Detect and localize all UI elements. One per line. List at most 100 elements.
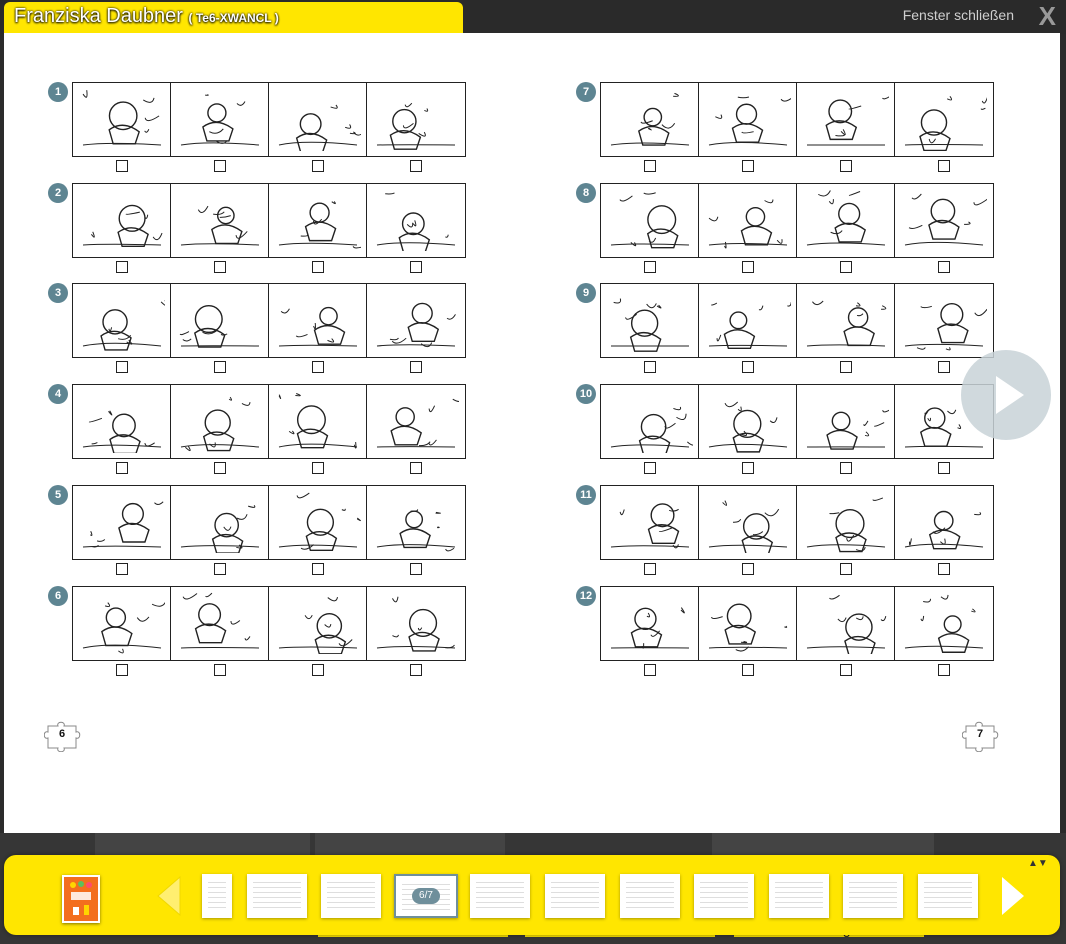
thumbnail-preview bbox=[253, 882, 301, 908]
page-thumbnail[interactable] bbox=[918, 874, 978, 918]
answer-checkbox[interactable] bbox=[116, 260, 128, 273]
answer-checkbox[interactable] bbox=[214, 361, 226, 374]
page-thumbnail[interactable] bbox=[545, 874, 605, 918]
line-drawing-icon bbox=[278, 306, 357, 347]
answer-checkbox[interactable] bbox=[644, 462, 656, 475]
answer-checkbox[interactable] bbox=[214, 663, 226, 676]
answer-checkbox[interactable] bbox=[938, 160, 950, 172]
answer-checkbox[interactable] bbox=[410, 361, 422, 374]
picture-cell bbox=[699, 83, 797, 156]
answer-checkbox[interactable] bbox=[938, 663, 950, 676]
arrow-left-icon[interactable] bbox=[156, 875, 182, 922]
answer-checkbox[interactable] bbox=[312, 562, 324, 575]
line-drawing-icon bbox=[904, 594, 984, 653]
answer-checkbox[interactable] bbox=[116, 663, 128, 676]
answer-checkbox[interactable] bbox=[644, 663, 656, 676]
page-thumbnail[interactable] bbox=[321, 874, 381, 918]
exercise-7: 7 bbox=[576, 82, 994, 182]
answer-checkbox[interactable] bbox=[938, 462, 950, 475]
book-cover-art bbox=[70, 881, 92, 915]
answer-checkbox[interactable] bbox=[742, 260, 754, 273]
answer-checkbox[interactable] bbox=[840, 562, 852, 575]
answer-checkbox[interactable] bbox=[410, 562, 422, 575]
arrow-right-icon[interactable] bbox=[1000, 875, 1026, 922]
answer-checkbox[interactable] bbox=[214, 462, 226, 475]
answer-checkbox[interactable] bbox=[116, 160, 128, 172]
page-thumbnail[interactable] bbox=[769, 874, 829, 918]
picture-row bbox=[600, 484, 994, 560]
picture-row bbox=[72, 484, 466, 560]
line-drawing-icon bbox=[376, 398, 459, 448]
answer-checkbox[interactable] bbox=[644, 361, 656, 374]
answer-checkbox[interactable] bbox=[214, 562, 226, 575]
answer-checkbox[interactable] bbox=[312, 160, 324, 172]
exercise-number-badge: 8 bbox=[576, 182, 596, 203]
answer-checkbox[interactable] bbox=[214, 260, 226, 273]
exercise-1: 1 bbox=[48, 82, 466, 182]
answer-checkbox[interactable] bbox=[938, 361, 950, 374]
picture-cell bbox=[601, 83, 699, 156]
page-thumbnail[interactable] bbox=[470, 874, 530, 918]
answer-checkbox[interactable] bbox=[840, 462, 852, 475]
page-thumbnail[interactable] bbox=[247, 874, 307, 918]
picture-cell bbox=[797, 586, 895, 660]
answer-checkbox[interactable] bbox=[742, 663, 754, 676]
book-cover-icon[interactable] bbox=[62, 875, 100, 923]
picture-row bbox=[600, 585, 994, 661]
answer-checkbox[interactable] bbox=[644, 260, 656, 273]
answer-checkbox[interactable] bbox=[644, 160, 656, 172]
picture-row bbox=[600, 384, 994, 460]
answer-checkbox[interactable] bbox=[312, 260, 324, 273]
page-thumbnail[interactable] bbox=[202, 874, 232, 918]
line-drawing-icon bbox=[708, 500, 787, 554]
line-drawing-icon bbox=[82, 410, 161, 453]
answer-checkbox[interactable] bbox=[410, 260, 422, 273]
answer-checkbox[interactable] bbox=[938, 562, 950, 575]
page-thumbnail[interactable] bbox=[694, 874, 754, 918]
answer-checkbox[interactable] bbox=[742, 160, 754, 172]
up-down-icon[interactable]: ▲▼ bbox=[1028, 858, 1048, 869]
answer-checkbox[interactable] bbox=[410, 160, 422, 172]
background-tab bbox=[712, 833, 934, 855]
answer-checkbox[interactable] bbox=[116, 562, 128, 575]
answer-checkbox[interactable] bbox=[214, 160, 226, 172]
line-drawing-icon bbox=[376, 302, 456, 347]
page-thumbnail[interactable] bbox=[843, 874, 903, 918]
answer-checkbox[interactable] bbox=[312, 462, 324, 475]
picture-row bbox=[600, 82, 994, 157]
line-drawing-icon bbox=[610, 503, 689, 549]
answer-checkbox[interactable] bbox=[742, 462, 754, 475]
close-window-link[interactable]: Fenster schließen bbox=[903, 7, 1014, 23]
answer-checkbox[interactable] bbox=[410, 663, 422, 676]
line-drawing-icon bbox=[806, 95, 889, 145]
exercise-6: 6 bbox=[48, 585, 466, 686]
picture-cell bbox=[797, 183, 895, 257]
answer-checkbox[interactable] bbox=[938, 260, 950, 273]
line-drawing-icon bbox=[180, 93, 259, 145]
picture-cell bbox=[171, 83, 269, 156]
next-page-button[interactable] bbox=[961, 350, 1051, 440]
line-drawing-icon bbox=[610, 192, 689, 249]
page-thumbnail-current[interactable]: 6/7 bbox=[394, 874, 458, 918]
answer-checkbox[interactable] bbox=[312, 361, 324, 374]
answer-checkbox[interactable] bbox=[116, 462, 128, 475]
page-number-right-label: 7 bbox=[976, 728, 984, 740]
page-thumbnail[interactable] bbox=[620, 874, 680, 918]
answer-checkbox[interactable] bbox=[840, 160, 852, 172]
answer-checkbox[interactable] bbox=[116, 361, 128, 374]
answer-checkbox[interactable] bbox=[840, 361, 852, 374]
answer-checkbox[interactable] bbox=[410, 462, 422, 475]
picture-row bbox=[72, 182, 466, 258]
close-icon[interactable]: X bbox=[1039, 1, 1056, 32]
line-drawing-icon bbox=[610, 406, 693, 453]
answer-checkbox[interactable] bbox=[742, 562, 754, 575]
line-drawing-icon bbox=[806, 409, 889, 450]
answer-checkbox[interactable] bbox=[644, 562, 656, 575]
answer-checkbox[interactable] bbox=[742, 361, 754, 374]
picture-cell bbox=[601, 586, 699, 660]
exercise-number-badge: 6 bbox=[48, 585, 68, 606]
answer-checkbox[interactable] bbox=[840, 260, 852, 273]
answer-checkbox[interactable] bbox=[840, 663, 852, 676]
answer-checkbox[interactable] bbox=[312, 663, 324, 676]
picture-cell bbox=[699, 586, 797, 660]
